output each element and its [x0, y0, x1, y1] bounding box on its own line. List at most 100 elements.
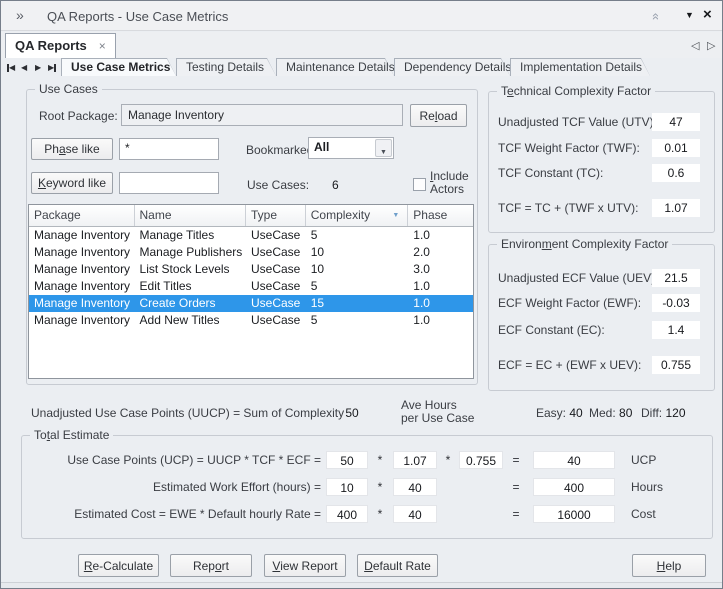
keyword-like-button[interactable]: Keyword like: [31, 172, 113, 194]
ewf-field[interactable]: -0.03: [652, 294, 700, 312]
ec-label: ECF Constant (EC):: [498, 321, 605, 339]
ucp-tcf-field: 1.07: [393, 451, 437, 469]
uucp-value: 50: [337, 406, 367, 420]
chevron-down-icon: ▼: [380, 149, 387, 156]
vcr-first-icon: ◀: [9, 63, 15, 73]
report-button[interactable]: Report: [170, 554, 252, 577]
ewf-label: ECF Weight Factor (EWF):: [498, 294, 641, 312]
page-tab-testing-details[interactable]: Testing Details: [176, 58, 276, 76]
column-header-type[interactable]: Type: [246, 205, 306, 226]
table-cell: UseCase: [246, 244, 306, 261]
root-package-field[interactable]: Manage Inventory: [121, 104, 403, 126]
table-cell: 1.0: [408, 227, 473, 244]
table-cell: 3.0: [408, 261, 473, 278]
table-cell: Manage Inventory: [29, 244, 135, 261]
column-header-package[interactable]: Package: [29, 205, 135, 226]
ewe-formula-label: Estimated Work Effort (hours) =: [31, 478, 321, 496]
last-tab-button[interactable]: ▶: [48, 62, 56, 74]
view-report-button[interactable]: View Report: [264, 554, 346, 577]
tc-field[interactable]: 0.6: [652, 164, 700, 182]
recalculate-button[interactable]: Re-Calculate: [78, 554, 159, 577]
ec-field[interactable]: 1.4: [652, 321, 700, 339]
table-row[interactable]: Manage InventoryEdit TitlesUseCase51.0: [29, 278, 473, 295]
table-cell: Manage Inventory: [29, 295, 135, 312]
table-cell: 5: [306, 312, 409, 329]
page-tab-maintenance-details[interactable]: Maintenance Details: [276, 58, 394, 76]
table-row[interactable]: Manage InventoryManage TitlesUseCase51.0: [29, 227, 473, 244]
table-row[interactable]: Manage InventoryCreate OrdersUseCase151.…: [29, 295, 473, 312]
page-tab-label: Maintenance Details: [286, 60, 395, 74]
overflow-chevrons-icon[interactable]: »: [16, 7, 24, 23]
close-window-icon[interactable]: ×: [703, 6, 712, 23]
bookmarked-label: Bookmarked:: [246, 143, 317, 157]
qa-reports-window: » QA Reports - Use Case Metrics » ▼ × QA…: [0, 0, 723, 589]
cost-op1: *: [373, 505, 387, 523]
bookmarked-combo[interactable]: All ▼: [308, 137, 394, 159]
tcf-group-title: Technical Complexity Factor: [497, 84, 655, 98]
utv-field[interactable]: 47: [652, 113, 700, 131]
cost-formula-label: Estimated Cost = EWE * Default hourly Ra…: [31, 505, 321, 523]
default-rate-button[interactable]: Default Rate: [357, 554, 438, 577]
table-cell: Manage Publishers: [135, 244, 246, 261]
uucp-label: Unadjusted Use Case Points (UUCP) = Sum …: [31, 406, 344, 420]
page-tab-label: Testing Details: [186, 60, 264, 74]
bookmarked-value: All: [314, 140, 329, 154]
include-actors-checkbox[interactable]: [413, 178, 426, 191]
total-estimate-group-title: Total Estimate: [30, 428, 113, 442]
doc-tab-label: QA Reports: [15, 38, 87, 53]
ucp-result-field: 40: [533, 451, 615, 469]
table-row[interactable]: Manage InventoryAdd New TitlesUseCase51.…: [29, 312, 473, 329]
uev-field[interactable]: 21.5: [652, 269, 700, 287]
phase-input[interactable]: *: [119, 138, 219, 160]
auto-hide-icon[interactable]: »: [647, 13, 662, 20]
scroll-tabs-right-icon[interactable]: ▷: [707, 39, 715, 52]
table-cell: 2.0: [408, 244, 473, 261]
column-header-complexity[interactable]: Complexity▼: [306, 205, 409, 226]
column-header-phase[interactable]: Phase: [408, 205, 473, 226]
table-cell: UseCase: [246, 312, 306, 329]
tab-qa-reports[interactable]: QA Reports ×: [5, 33, 116, 58]
keyword-input[interactable]: [119, 172, 219, 194]
ecf-result-label: ECF = EC + (EWF x UEV):: [498, 356, 641, 374]
prev-tab-button[interactable]: ◀: [21, 62, 27, 74]
ewe-equals: =: [509, 478, 523, 496]
reload-button[interactable]: Reload: [410, 104, 467, 127]
window-menu-icon[interactable]: ▼: [685, 10, 694, 20]
table-cell: 10: [306, 261, 409, 278]
root-package-label: Root Package:: [39, 109, 118, 123]
table-cell: Create Orders: [135, 295, 246, 312]
twf-field[interactable]: 0.01: [652, 139, 700, 157]
help-button[interactable]: Help: [632, 554, 706, 577]
first-tab-button[interactable]: ◀: [7, 62, 15, 74]
scroll-tabs-left-icon[interactable]: ◁: [691, 39, 699, 52]
ucp-equals: =: [509, 451, 523, 469]
vcr-next-icon: ▶: [35, 63, 41, 73]
uev-label: Unadjusted ECF Value (UEV):: [498, 269, 659, 287]
tcf-result-label: TCF = TC + (TWF x UTV):: [498, 199, 638, 217]
table-cell: Manage Inventory: [29, 278, 135, 295]
page-tab-label: Dependency Details: [404, 60, 511, 74]
column-header-name[interactable]: Name: [135, 205, 246, 226]
cost-result-field: 16000: [533, 505, 615, 523]
table-cell: 1.0: [408, 278, 473, 295]
page-tab-dependency-details[interactable]: Dependency Details: [394, 58, 510, 76]
phase-like-button[interactable]: Phase like: [31, 138, 113, 160]
doc-tab-close-icon[interactable]: ×: [99, 39, 106, 53]
table-row[interactable]: Manage InventoryList Stock LevelsUseCase…: [29, 261, 473, 278]
table-row[interactable]: Manage InventoryManage PublishersUseCase…: [29, 244, 473, 261]
table-cell: 1.0: [408, 312, 473, 329]
use-cases-group-title: Use Cases: [35, 82, 102, 96]
cost-rate-field: 40: [393, 505, 437, 523]
table-cell: List Stock Levels: [135, 261, 246, 278]
bookmarked-dropdown-button[interactable]: ▼: [375, 139, 392, 157]
page-tab-use-case-metrics[interactable]: Use Case Metrics: [61, 58, 176, 76]
ecf-group-title: Environment Complexity Factor: [497, 237, 672, 251]
next-tab-button[interactable]: ▶: [35, 62, 41, 74]
use-case-table: PackageNameTypeComplexity▼PhaseManage In…: [28, 204, 474, 379]
window-title: QA Reports - Use Case Metrics: [47, 9, 228, 24]
page-tab-label: Use Case Metrics: [71, 60, 170, 74]
ecf-result-field: 0.755: [652, 356, 700, 374]
table-cell: Manage Inventory: [29, 261, 135, 278]
page-tab-implementation-details[interactable]: Implementation Details: [510, 58, 650, 76]
ucp-unit: UCP: [631, 451, 656, 469]
